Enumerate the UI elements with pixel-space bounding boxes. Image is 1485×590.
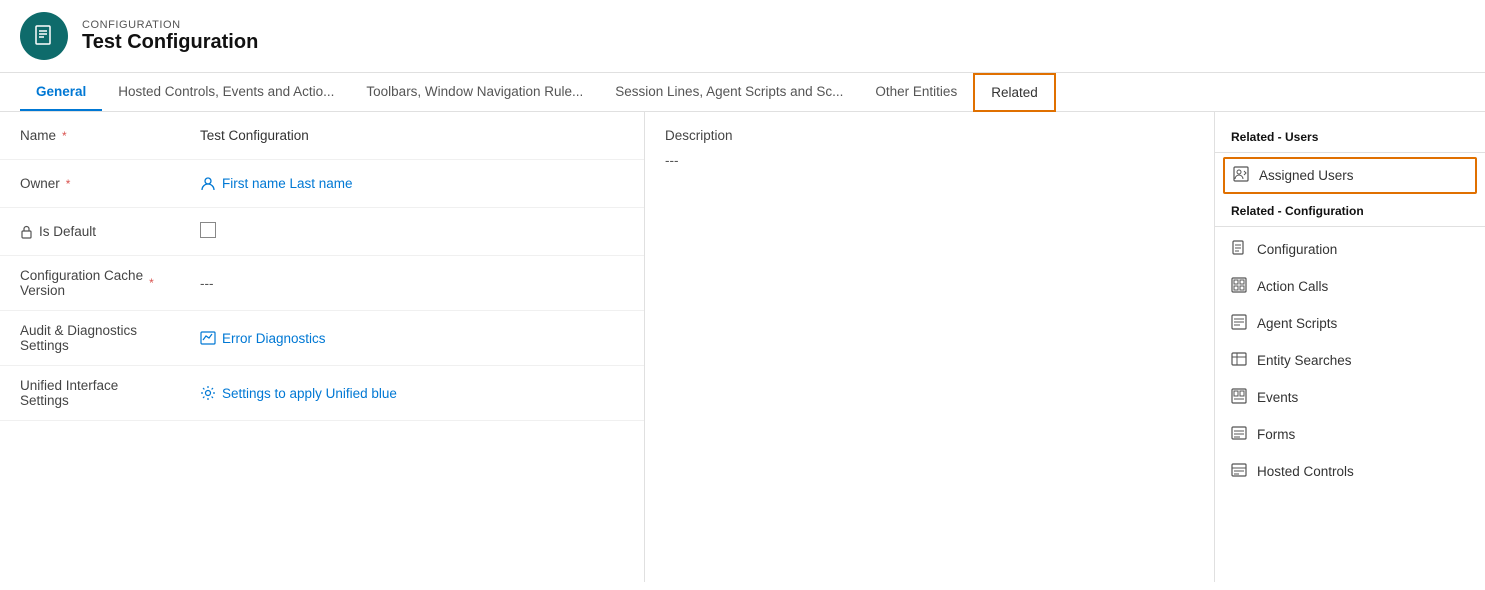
tab-toolbars[interactable]: Toolbars, Window Navigation Rule... <box>350 74 599 111</box>
tab-other-entities[interactable]: Other Entities <box>859 74 973 111</box>
tab-general[interactable]: General <box>20 74 102 111</box>
divider-users <box>1215 152 1485 153</box>
related-item-entity-searches[interactable]: Entity Searches <box>1215 342 1485 379</box>
config-cache-label: Configuration CacheVersion * <box>20 268 200 298</box>
name-row: Name * Test Configuration <box>0 112 644 160</box>
related-item-action-calls[interactable]: Action Calls <box>1215 268 1485 305</box>
config-label: CONFIGURATION <box>82 19 258 31</box>
related-item-configuration[interactable]: Configuration <box>1215 231 1485 268</box>
configuration-icon <box>1231 240 1247 259</box>
agent-scripts-label: Agent Scripts <box>1257 316 1337 331</box>
config-cache-required: * <box>149 276 154 290</box>
main-content: Name * Test Configuration Owner * First … <box>0 112 1485 582</box>
tab-hosted-controls[interactable]: Hosted Controls, Events and Actio... <box>102 74 350 111</box>
owner-row: Owner * First name Last name <box>0 160 644 208</box>
forms-icon <box>1231 425 1247 444</box>
unified-value[interactable]: Settings to apply Unified blue <box>200 385 624 401</box>
related-item-events[interactable]: Events <box>1215 379 1485 416</box>
description-value: --- <box>665 153 1194 168</box>
agent-scripts-icon <box>1231 314 1247 333</box>
config-icon <box>20 12 68 60</box>
entity-searches-icon <box>1231 351 1247 370</box>
divider-config <box>1215 226 1485 227</box>
assigned-users-label: Assigned Users <box>1259 168 1354 183</box>
audit-label: Audit & DiagnosticsSettings <box>20 323 200 353</box>
description-panel: Description --- <box>645 112 1215 582</box>
audit-value[interactable]: Error Diagnostics <box>200 330 624 346</box>
hosted-controls-label: Hosted Controls <box>1257 464 1354 479</box>
description-label: Description <box>665 128 1194 143</box>
tab-session-lines[interactable]: Session Lines, Agent Scripts and Sc... <box>599 74 859 111</box>
configuration-label: Configuration <box>1257 242 1337 257</box>
audit-row: Audit & DiagnosticsSettings Error Diagno… <box>0 311 644 366</box>
is-default-value <box>200 222 624 241</box>
is-default-label: Is Default <box>20 224 200 239</box>
name-required: * <box>62 129 67 143</box>
action-calls-label: Action Calls <box>1257 279 1328 294</box>
lock-icon <box>20 225 33 239</box>
config-cache-value[interactable]: --- <box>200 276 624 291</box>
diagnostics-icon <box>200 330 216 346</box>
is-default-row: Is Default <box>0 208 644 256</box>
events-label: Events <box>1257 390 1298 405</box>
related-item-agent-scripts[interactable]: Agent Scripts <box>1215 305 1485 342</box>
tab-bar: General Hosted Controls, Events and Acti… <box>0 73 1485 112</box>
unified-row: Unified InterfaceSettings Settings to ap… <box>0 366 644 421</box>
hosted-controls-icon <box>1231 462 1247 481</box>
page-header: CONFIGURATION Test Configuration <box>0 0 1485 73</box>
action-calls-icon <box>1231 277 1247 296</box>
form-panel: Name * Test Configuration Owner * First … <box>0 112 645 582</box>
events-icon <box>1231 388 1247 407</box>
related-item-forms[interactable]: Forms <box>1215 416 1485 453</box>
tab-related[interactable]: Related <box>973 73 1056 112</box>
related-users-title: Related - Users <box>1215 122 1485 148</box>
config-cache-row: Configuration CacheVersion * --- <box>0 256 644 311</box>
related-item-assigned-users[interactable]: Assigned Users <box>1223 157 1477 194</box>
related-item-hosted-controls[interactable]: Hosted Controls <box>1215 453 1485 490</box>
owner-label: Owner * <box>20 176 200 191</box>
name-label: Name * <box>20 128 200 143</box>
assigned-users-icon <box>1233 166 1249 185</box>
entity-searches-label: Entity Searches <box>1257 353 1352 368</box>
forms-label: Forms <box>1257 427 1295 442</box>
related-config-title: Related - Configuration <box>1215 196 1485 222</box>
name-value[interactable]: Test Configuration <box>200 128 624 143</box>
config-title: Test Configuration <box>82 31 258 54</box>
related-panel: Related - Users Assigned Users Related -… <box>1215 112 1485 582</box>
unified-label: Unified InterfaceSettings <box>20 378 200 408</box>
settings-icon <box>200 385 216 401</box>
header-text-block: CONFIGURATION Test Configuration <box>82 19 258 54</box>
owner-required: * <box>66 177 71 191</box>
person-icon <box>200 176 216 192</box>
is-default-checkbox[interactable] <box>200 222 216 238</box>
owner-value[interactable]: First name Last name <box>200 176 624 192</box>
